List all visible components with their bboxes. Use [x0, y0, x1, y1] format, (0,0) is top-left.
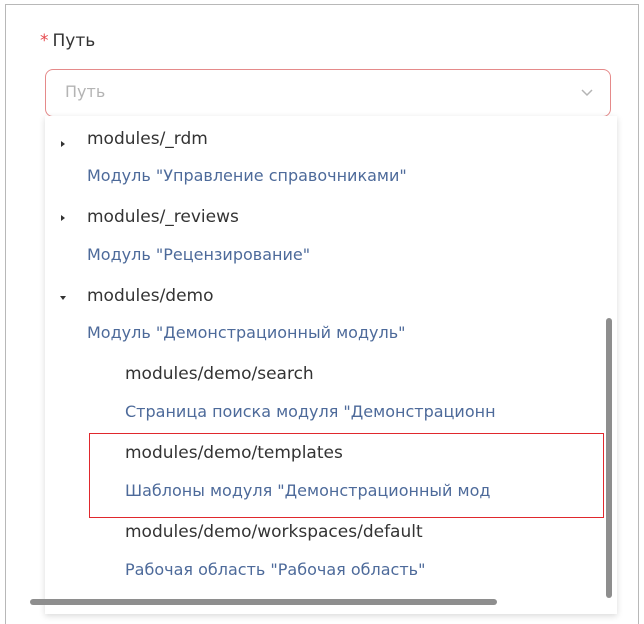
path-label-text: Путь — [52, 31, 96, 51]
tree-item-demo-templates[interactable]: modules/demo/templates — [125, 441, 343, 465]
path-select[interactable]: Путь — [45, 69, 611, 117]
caret-down-icon[interactable] — [59, 294, 67, 302]
caret-right-icon[interactable] — [59, 214, 67, 222]
tree-item-demo-workspaces-description[interactable]: Рабочая область "Рабочая область" — [125, 558, 425, 582]
horizontal-scrollbar[interactable] — [30, 599, 497, 605]
tree-item-demo-workspaces[interactable]: modules/demo/workspaces/default — [125, 520, 423, 544]
tree-item-reviews[interactable]: modules/_reviews — [87, 205, 239, 229]
tree-item-demo-search[interactable]: modules/demo/search — [125, 362, 314, 386]
tree-item-demo-search-description[interactable]: Страница поиска модуля "Демонстрационн — [125, 400, 496, 424]
tree-item-reviews-description[interactable]: Модуль "Рецензирование" — [87, 243, 310, 267]
tree-item-demo-templates-description[interactable]: Шаблоны модуля "Демонстрационный мод — [125, 479, 490, 503]
vertical-scrollbar[interactable] — [606, 318, 612, 598]
tree-item-demo[interactable]: modules/demo — [87, 284, 214, 308]
tree-item-rdm-description[interactable]: Модуль "Управление справочниками" — [87, 164, 407, 188]
chevron-down-icon[interactable] — [580, 85, 594, 99]
path-dropdown-list: modules/_rdm Модуль "Управление справочн… — [45, 116, 617, 614]
required-marker: * — [40, 31, 49, 51]
path-field-label: * Путь — [40, 29, 95, 53]
tree-item-rdm[interactable]: modules/_rdm — [87, 127, 208, 151]
tree-item-demo-description[interactable]: Модуль "Демонстрационный модуль" — [87, 321, 406, 345]
path-select-placeholder: Путь — [65, 82, 106, 101]
caret-right-icon[interactable] — [59, 140, 67, 148]
